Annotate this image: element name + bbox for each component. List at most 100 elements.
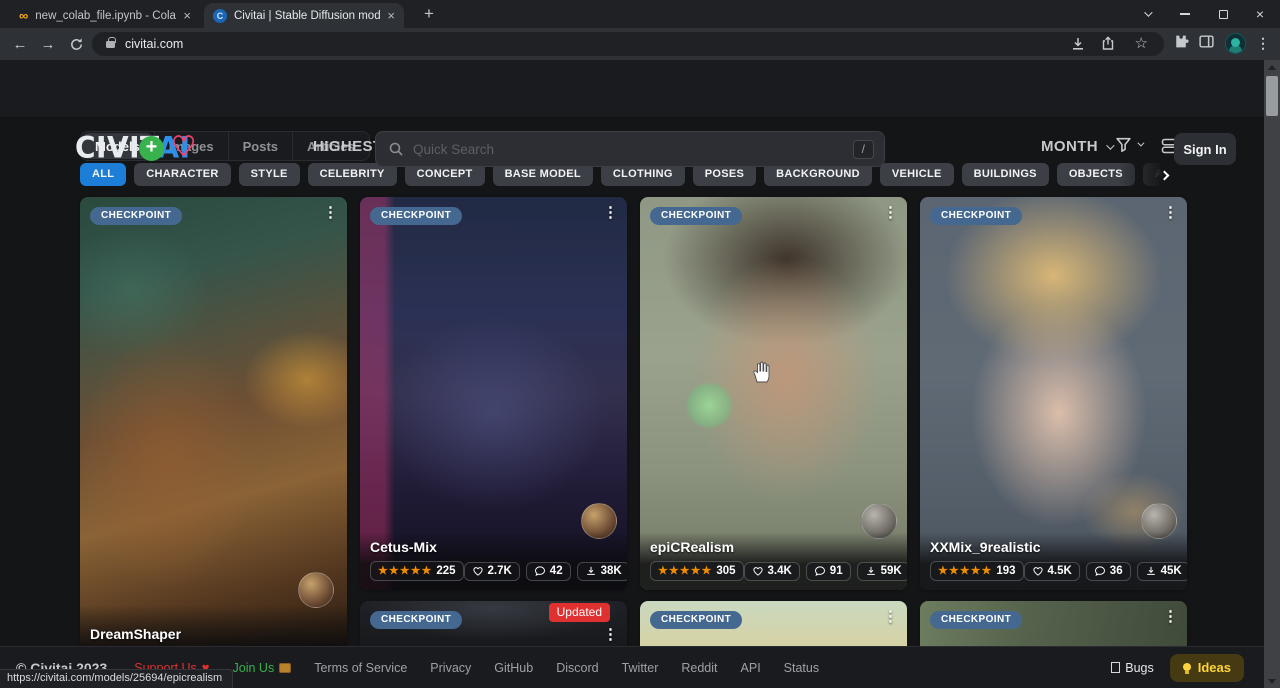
star-icons: ★★★★★ [938,564,992,577]
footer-link-privacy[interactable]: Privacy [430,661,471,675]
download-icon[interactable] [1070,36,1086,55]
browser-toolbar: ← → civitai.com ☆ ⋮ [0,28,1280,60]
checkpoint-badge: CHECKPOINT [650,611,742,629]
comments-pill[interactable]: 42 [526,562,571,581]
bugs-link[interactable]: Bugs [1111,661,1154,675]
browser-profile-avatar[interactable] [1225,33,1246,54]
tab-search-chevron-icon[interactable] [1130,0,1164,28]
chip-style[interactable]: STYLE [239,163,300,186]
card-menu-dots-icon[interactable]: ⋮ [323,203,338,221]
window-close-button[interactable]: × [1243,0,1277,28]
scrollbar-thumb[interactable] [1266,76,1278,116]
checkpoint-badge: CHECKPOINT [370,611,462,629]
hand-cursor [750,360,772,389]
forward-icon[interactable]: → [34,28,62,60]
tab-close-icon[interactable]: × [387,8,395,23]
search-input[interactable] [413,142,853,157]
checkpoint-badge: CHECKPOINT [930,611,1022,629]
chip-character[interactable]: CHARACTER [134,163,230,186]
scrollbar-down-icon[interactable] [1264,674,1280,688]
page-scrollbar[interactable] [1264,60,1280,688]
downloads-count: 59K [881,565,902,577]
likes-pill[interactable]: 2.7K [464,562,520,581]
creator-avatar[interactable] [298,572,334,608]
downloads-pill[interactable]: 38K [577,562,627,581]
window-restore-button[interactable] [1206,0,1240,28]
card-menu-dots-icon[interactable]: ⋮ [883,607,898,625]
tab-title: Civitai | Stable Diffusion models, [234,10,380,22]
comments-pill[interactable]: 91 [806,562,851,581]
chip-scroll-right-icon[interactable] [1161,166,1168,184]
model-title: DreamShaper [90,626,337,642]
card-menu-dots-icon[interactable]: ⋮ [1163,607,1178,625]
create-plus-button[interactable]: + [139,136,164,161]
downloads-pill[interactable]: 59K [857,562,907,581]
filter-funnel-button[interactable] [1115,136,1142,153]
reload-icon[interactable] [62,28,90,60]
rating-pill[interactable]: ★★★★★193 [930,561,1024,581]
quick-search-box[interactable]: / [375,131,885,167]
model-title: Cetus-Mix [370,539,617,555]
ideas-button[interactable]: Ideas [1170,654,1244,682]
colab-icon: ∞ [19,9,28,22]
chip-vehicle[interactable]: VEHICLE [880,163,954,186]
browser-tab-civitai[interactable]: C Civitai | Stable Diffusion models, × [204,3,404,28]
footer-link-status[interactable]: Status [784,661,819,675]
bookmark-star-icon[interactable]: ☆ [1135,34,1148,52]
browser-menu-dots-icon[interactable]: ⋮ [1256,35,1270,52]
card-menu-dots-icon[interactable]: ⋮ [603,625,618,643]
likes-count: 2.7K [488,565,512,577]
card-menu-dots-icon[interactable]: ⋮ [1163,203,1178,221]
model-card-partial[interactable]: Updated CHECKPOINT ⋮ [360,601,627,646]
model-card-partial[interactable]: CHECKPOINT ⋮ [640,601,907,646]
card-menu-dots-icon[interactable]: ⋮ [603,203,618,221]
model-card-epicrealism[interactable]: CHECKPOINT ⋮ epiCRealism ★★★★★305 3.4K 9… [640,197,907,590]
scrollbar-up-icon[interactable] [1264,60,1280,74]
tab-posts[interactable]: Posts [228,132,292,160]
new-tab-button[interactable]: + [417,2,441,26]
tab-title: new_colab_file.ipynb - Colaborat [35,10,176,22]
footer-link-discord[interactable]: Discord [556,661,598,675]
back-icon[interactable]: ← [6,28,34,60]
side-panel-icon[interactable] [1198,33,1215,55]
window-minimize-button[interactable] [1168,0,1202,28]
model-card-partial[interactable]: CHECKPOINT ⋮ [920,601,1187,646]
browser-tab-colab[interactable]: ∞ new_colab_file.ipynb - Colaborat × [10,3,200,28]
search-icon [388,141,404,157]
address-bar[interactable]: civitai.com ☆ [92,32,1164,56]
footer-link-reddit[interactable]: Reddit [681,661,717,675]
chip-row-fade [1118,158,1180,192]
checkpoint-badge: CHECKPOINT [930,207,1022,225]
rating-pill[interactable]: ★★★★★305 [650,561,744,581]
share-icon[interactable] [1100,36,1116,55]
chip-all[interactable]: ALL [80,163,126,186]
model-card-cetus-mix[interactable]: CHECKPOINT ⋮ Cetus-Mix ★★★★★225 2.7K 42 … [360,197,627,590]
heart-icon [472,565,484,577]
comment-icon [814,565,826,577]
chip-buildings[interactable]: BUILDINGS [962,163,1049,186]
model-card-xxmix9realistic[interactable]: CHECKPOINT ⋮ XXMix_9realistic ★★★★★193 4… [920,197,1187,590]
extensions-puzzle-icon[interactable] [1172,33,1189,55]
period-select[interactable]: MONTH [1041,138,1112,155]
heart-icon [752,565,764,577]
favorites-heart-icon[interactable]: ♡ [171,130,196,163]
likes-pill[interactable]: 4.5K [1024,562,1080,581]
comment-icon [1094,565,1106,577]
model-card-dreamshaper[interactable]: CHECKPOINT ⋮ DreamShaper [80,197,347,646]
downloads-pill[interactable]: 45K [1137,562,1187,581]
status-bar-url: https://civitai.com/models/25694/epicrea… [0,669,233,688]
card-menu-dots-icon[interactable]: ⋮ [883,203,898,221]
comments-pill[interactable]: 36 [1086,562,1131,581]
funnel-icon [1115,136,1132,153]
model-title: XXMix_9realistic [930,539,1177,555]
footer-link-twitter[interactable]: Twitter [622,661,659,675]
tab-close-icon[interactable]: × [183,8,191,23]
likes-pill[interactable]: 3.4K [744,562,800,581]
footer-link-github[interactable]: GitHub [494,661,533,675]
footer-link-api[interactable]: API [741,661,761,675]
join-us-link[interactable]: Join Us [233,661,292,675]
rating-pill[interactable]: ★★★★★225 [370,561,464,581]
sign-in-button[interactable]: Sign In [1174,133,1236,165]
footer-link-terms[interactable]: Terms of Service [314,661,407,675]
star-icons: ★★★★★ [658,564,712,577]
